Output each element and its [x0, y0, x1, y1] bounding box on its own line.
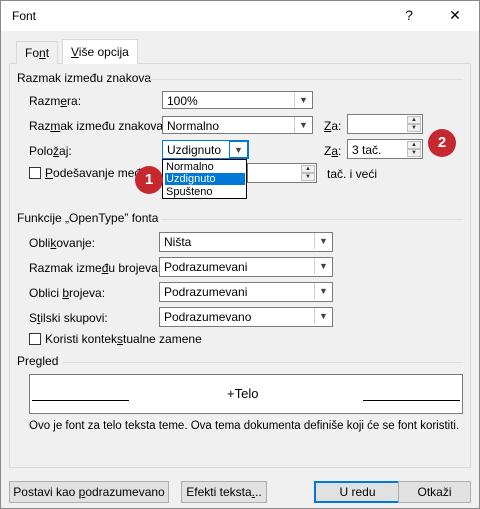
stylistic-sets-label: Stilski skupovi: [29, 311, 108, 325]
spacing-by-input[interactable]: ▲ ▼ [347, 114, 423, 134]
spin-up-icon[interactable]: ▲ [301, 165, 315, 173]
opentype-divider [161, 219, 463, 220]
title-bar: Font ? ✕ [1, 1, 479, 31]
position-by-label: Za: [324, 144, 342, 158]
ligatures-label: Oblikovanje: [29, 236, 96, 250]
preview-heading: Pregled [17, 354, 59, 368]
set-default-button[interactable]: Postavi kao podrazumevano [9, 481, 169, 503]
contextual-checkbox[interactable] [29, 333, 41, 345]
chevron-down-icon: ▼ [294, 117, 312, 133]
dialog-title: Font [12, 9, 37, 23]
kerning-label: Podešavanje međ [45, 166, 142, 180]
scale-label: Razmera: [29, 94, 82, 108]
kerning-suffix: tač. i veći [327, 167, 378, 181]
preview-rule-left [32, 400, 129, 401]
position-option-raised[interactable]: Uzdignuto [165, 173, 245, 185]
close-icon[interactable]: ✕ [445, 7, 465, 24]
font-dialog: Font ? ✕ Font Više opcija Razmak između … [0, 0, 480, 509]
number-spacing-select[interactable]: Podrazumevani ▼ [159, 257, 333, 277]
chevron-down-icon: ▼ [314, 283, 332, 299]
chevron-down-icon: ▼ [294, 92, 312, 108]
scale-select[interactable]: 100% ▼ [162, 91, 313, 109]
tab-advanced[interactable]: Više opcija [62, 39, 138, 65]
stylistic-sets-select[interactable]: Podrazumevano ▼ [159, 307, 333, 327]
spacing-select[interactable]: Normalno ▼ [162, 116, 313, 134]
preview-rule-right [363, 400, 460, 401]
position-by-input[interactable]: 3 tač. ▲ ▼ [347, 139, 423, 159]
text-effects-button[interactable]: Efekti teksta... [181, 481, 267, 503]
spin-down-icon[interactable]: ▼ [407, 149, 421, 157]
number-forms-label: Oblici brojeva: [29, 286, 106, 300]
position-dropdown-list: Normalno Uzdignuto Spušteno [162, 159, 247, 199]
preview-divider [63, 362, 463, 363]
chevron-down-icon: ▼ [314, 308, 332, 324]
number-spacing-label: Razmak između brojeva: [29, 261, 162, 275]
spacing-divider [147, 79, 463, 80]
spacing-label: Razmak između znakova: [29, 119, 167, 133]
opentype-heading: Funkcije „OpenType” fonta [17, 211, 159, 225]
spacing-heading: Razmak između znakova [17, 71, 152, 85]
cancel-button[interactable]: Otkaži [398, 481, 471, 503]
position-label: Položaj: [29, 144, 72, 158]
spin-down-icon[interactable]: ▼ [407, 124, 421, 132]
position-option-lowered[interactable]: Spušteno [165, 186, 245, 198]
spacing-by-label: Za: [324, 119, 342, 133]
position-option-normal[interactable]: Normalno [165, 161, 245, 173]
spin-up-icon[interactable]: ▲ [407, 141, 421, 149]
callout-badge-1: 1 [135, 166, 163, 194]
spin-down-icon[interactable]: ▼ [301, 173, 315, 181]
chevron-down-icon: ▼ [229, 141, 248, 158]
preview-description: Ovo je font za telo teksta teme. Ova tem… [29, 420, 460, 432]
ligatures-select[interactable]: Ništa ▼ [159, 232, 333, 252]
spin-up-icon[interactable]: ▲ [407, 116, 421, 124]
chevron-down-icon: ▼ [314, 258, 332, 274]
position-select[interactable]: Uzdignuto ▼ [162, 140, 249, 159]
kerning-size-input[interactable]: ▲ ▼ [247, 163, 317, 183]
number-forms-select[interactable]: Podrazumevani ▼ [159, 282, 333, 302]
contextual-label: Koristi kontekstualne zamene [45, 332, 202, 346]
tab-font[interactable]: Font [16, 41, 59, 64]
preview-sample-text: +Telo [227, 386, 259, 401]
preview-box: +Telo [29, 374, 463, 414]
help-button[interactable]: ? [399, 7, 419, 23]
callout-badge-2: 2 [428, 129, 456, 157]
ok-button[interactable]: U redu [314, 481, 401, 503]
kerning-checkbox[interactable] [29, 167, 41, 179]
chevron-down-icon: ▼ [314, 233, 332, 249]
